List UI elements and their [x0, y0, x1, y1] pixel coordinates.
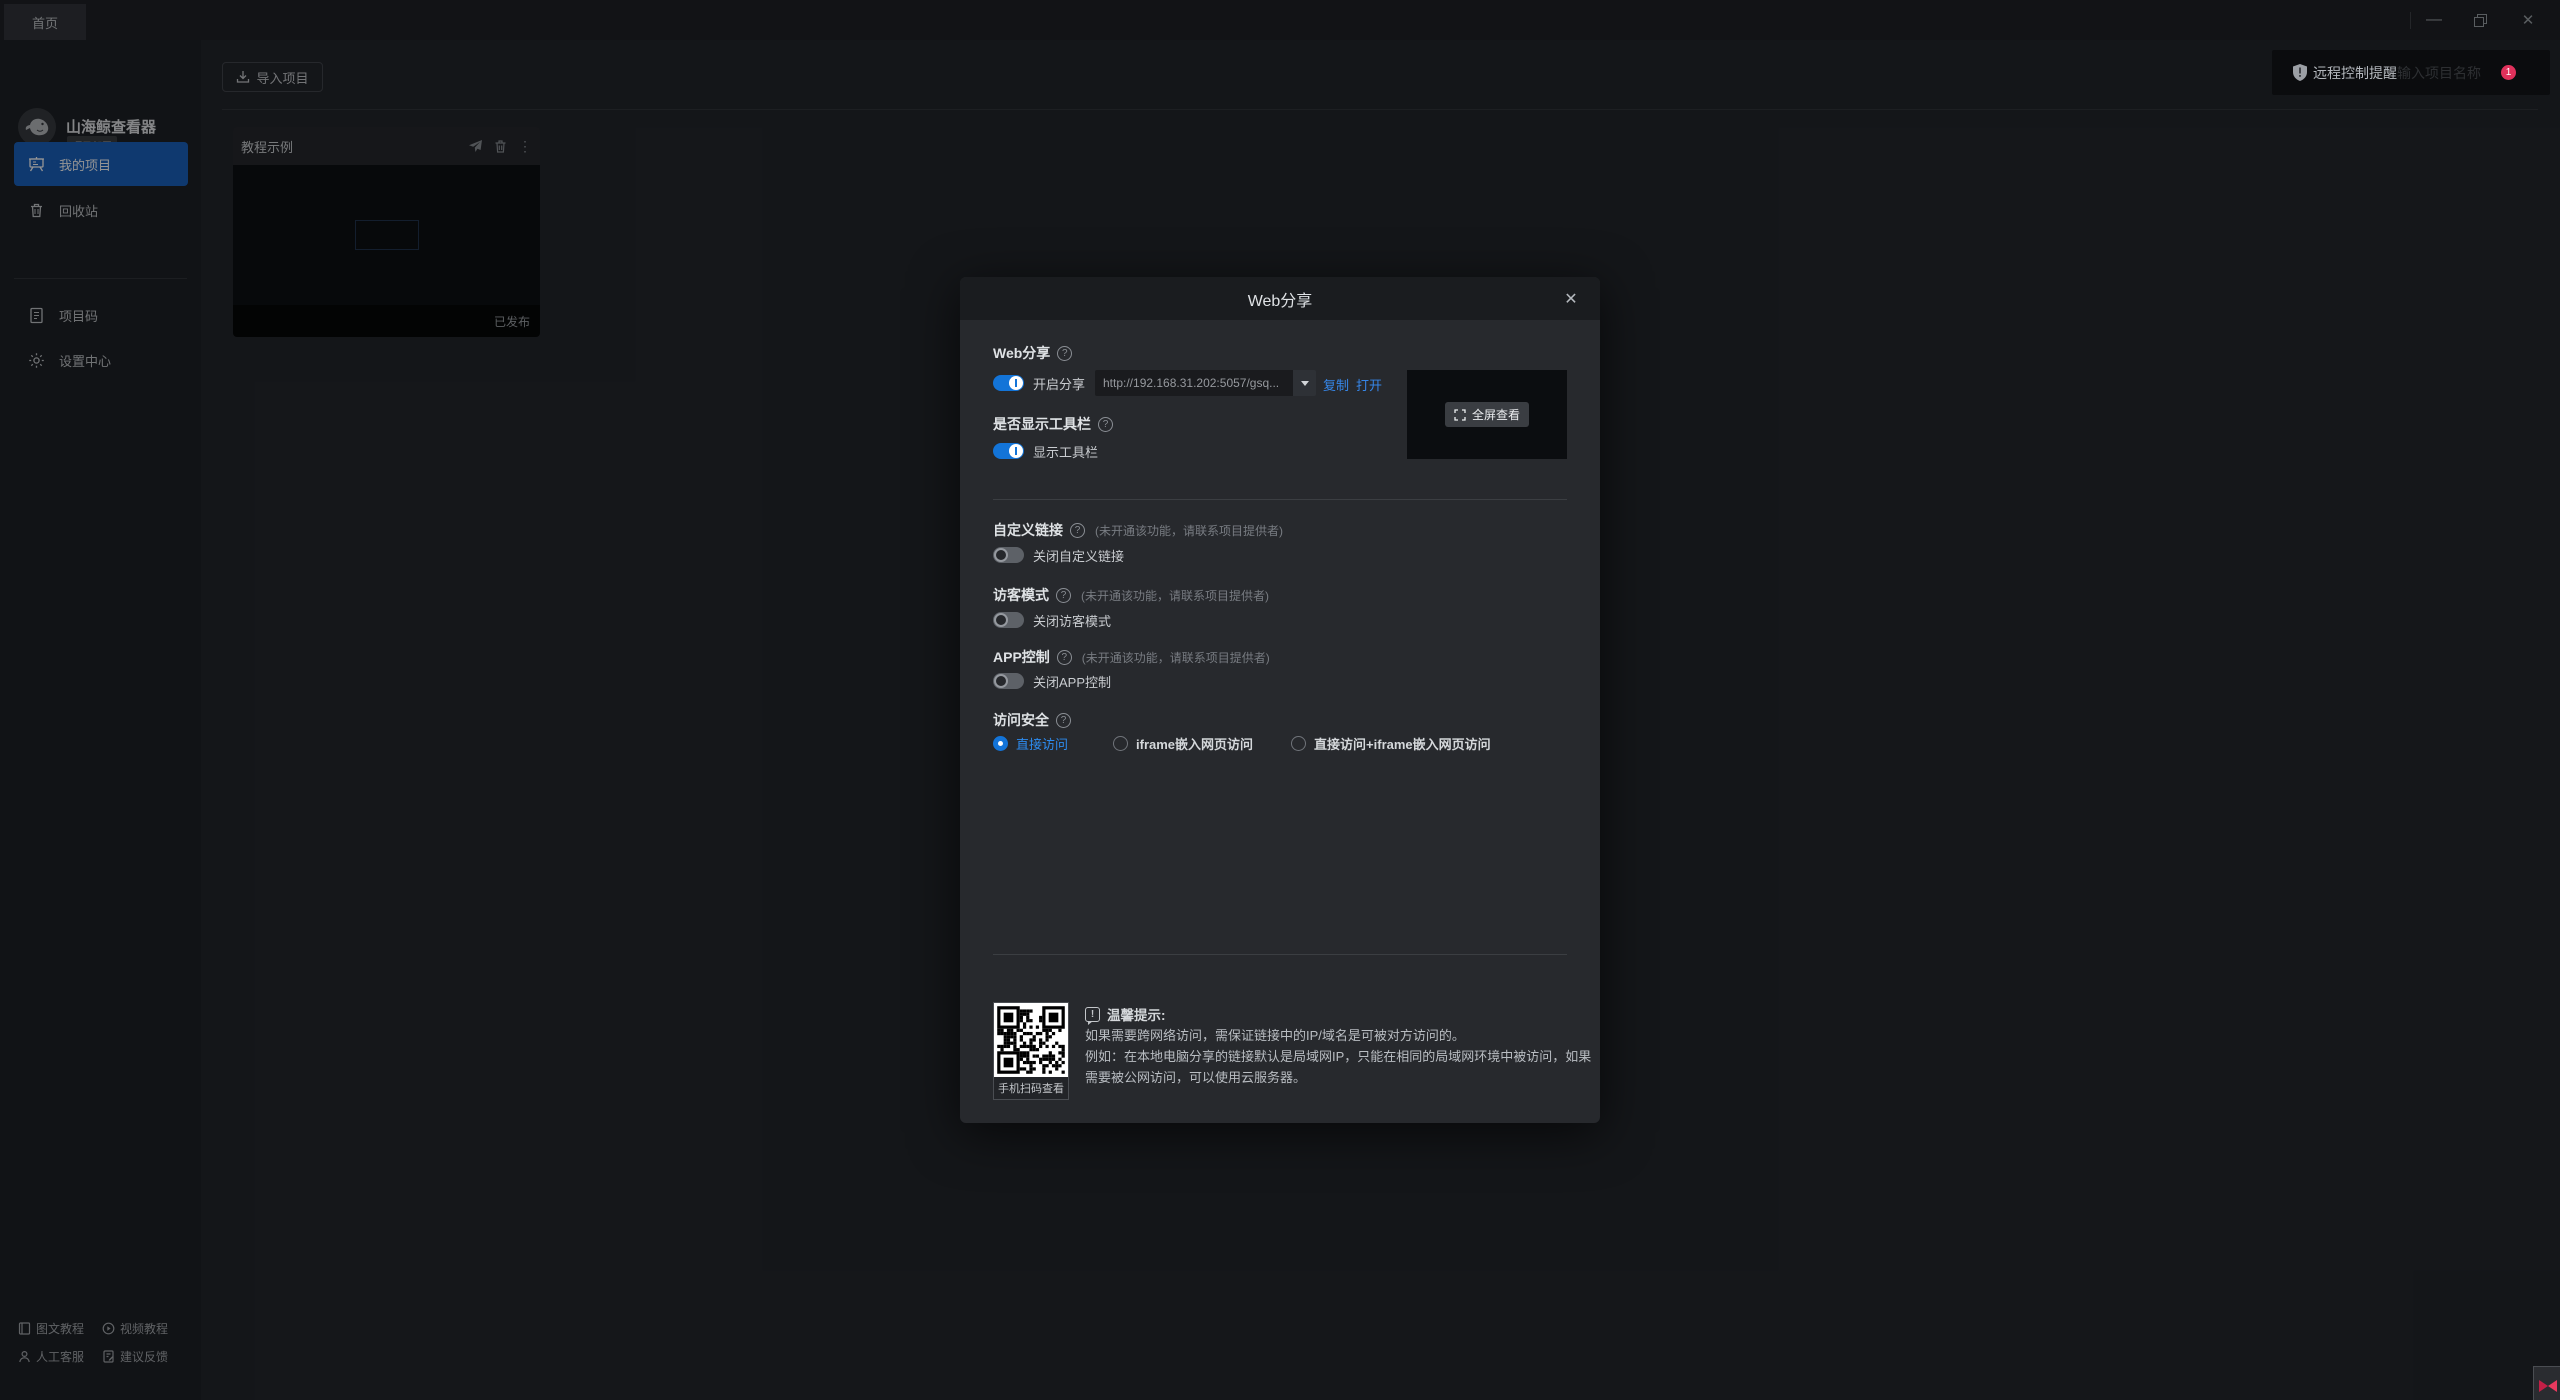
modal-divider — [993, 954, 1567, 955]
radio-direct-plus-iframe-access[interactable]: 直接访问+iframe嵌入网页访问 — [1291, 734, 1491, 753]
share-toggle[interactable] — [993, 375, 1024, 391]
tips-line: 例如：在本地电脑分享的链接默认是局域网IP，只能在相同的局域网环境中被访问，如果 — [1085, 1046, 1591, 1065]
access-security-options: 直接访问 iframe嵌入网页访问 直接访问+iframe嵌入网页访问 — [993, 734, 1491, 753]
section-label-text: APP控制 — [993, 647, 1050, 667]
fullscreen-label: 全屏查看 — [1472, 406, 1520, 423]
tips-title: ! 温馨提示: — [1085, 1004, 1166, 1024]
fullscreen-icon — [1454, 409, 1466, 421]
radio-direct-access[interactable]: 直接访问 — [993, 734, 1068, 753]
custom-link-section-label: 自定义链接 ? (未开通该功能，请联系项目提供者) — [993, 520, 1283, 540]
radio-label: iframe嵌入网页访问 — [1136, 734, 1253, 753]
help-icon[interactable]: ? — [1070, 523, 1085, 538]
guest-mode-toggle[interactable] — [993, 612, 1024, 628]
radio-iframe-access[interactable]: iframe嵌入网页访问 — [1113, 734, 1253, 753]
radio-unselected-icon — [1291, 736, 1306, 751]
guest-mode-toggle-label: 关闭访客模式 — [1033, 611, 1111, 630]
app-control-toggle-label: 关闭APP控制 — [1033, 672, 1111, 691]
feature-unavailable-note: (未开通该功能，请联系项目提供者) — [1095, 522, 1283, 539]
section-label-text: 访问安全 — [993, 710, 1049, 730]
share-toggle-label: 开启分享 — [1033, 374, 1085, 393]
qr-code-box: 手机扫码查看 — [993, 1002, 1069, 1100]
tips-line: 需要被公网访问，可以使用云服务器。 — [1085, 1067, 1306, 1086]
app-control-section-label: APP控制 ? (未开通该功能，请联系项目提供者) — [993, 647, 1270, 667]
red-bowtie-icon — [2538, 1378, 2558, 1394]
tip-bubble-icon: ! — [1085, 1007, 1100, 1022]
qr-code — [994, 1003, 1068, 1077]
radio-label: 直接访问 — [1016, 734, 1068, 753]
help-icon[interactable]: ? — [1057, 650, 1072, 665]
web-share-modal: Web分享 ✕ Web分享 ? 开启分享 http://192.168.31.2… — [960, 277, 1600, 1123]
remote-control-notification[interactable]: 远程控制提醒 输入项目名称 1 — [2272, 50, 2550, 95]
help-icon[interactable]: ? — [1057, 346, 1072, 361]
section-label-text: 是否显示工具栏 — [993, 414, 1091, 434]
help-icon[interactable]: ? — [1056, 713, 1071, 728]
web-share-section-label: Web分享 ? — [993, 343, 1072, 363]
custom-link-toggle-label: 关闭自定义链接 — [1033, 546, 1124, 565]
section-label-text: 访客模式 — [993, 585, 1049, 605]
custom-link-toggle[interactable] — [993, 547, 1024, 563]
share-preview-panel: 全屏查看 — [1407, 370, 1567, 459]
modal-title: Web分享 — [1248, 287, 1313, 311]
radio-selected-icon — [993, 736, 1008, 751]
modal-divider — [993, 499, 1567, 500]
shield-alert-icon — [2293, 64, 2307, 81]
tips-line: 如果需要跨网络访问，需保证链接中的IP/域名是可被对方访问的。 — [1085, 1025, 1465, 1044]
section-label-text: 自定义链接 — [993, 520, 1063, 540]
toolbar-section-label: 是否显示工具栏 ? — [993, 414, 1113, 434]
qr-caption: 手机扫码查看 — [994, 1077, 1068, 1099]
section-label-text: Web分享 — [993, 343, 1050, 363]
feature-unavailable-note: (未开通该功能，请联系项目提供者) — [1082, 649, 1270, 666]
guest-mode-section-label: 访客模式 ? (未开通该功能，请联系项目提供者) — [993, 585, 1269, 605]
copy-link-button[interactable]: 复制 — [1323, 375, 1349, 394]
help-icon[interactable]: ? — [1056, 588, 1071, 603]
modal-header: Web分享 ✕ — [960, 277, 1600, 320]
notification-label: 远程控制提醒 — [2313, 63, 2397, 83]
app-control-toggle[interactable] — [993, 673, 1024, 689]
open-link-button[interactable]: 打开 — [1356, 375, 1382, 394]
modal-close-icon[interactable]: ✕ — [1560, 288, 1582, 310]
url-dropdown-button[interactable] — [1293, 370, 1316, 396]
app-window: 首页 — ✕ 山海鲸查看器 项目部署 — [0, 0, 2560, 1400]
chevron-down-icon — [1301, 381, 1309, 386]
feature-unavailable-note: (未开通该功能，请联系项目提供者) — [1081, 587, 1269, 604]
toolbar-toggle-label: 显示工具栏 — [1033, 442, 1098, 461]
radio-unselected-icon — [1113, 736, 1128, 751]
corner-widget[interactable] — [2533, 1366, 2560, 1400]
fullscreen-view-button[interactable]: 全屏查看 — [1445, 402, 1529, 427]
tips-title-text: 温馨提示: — [1107, 1004, 1166, 1024]
radio-label: 直接访问+iframe嵌入网页访问 — [1314, 734, 1491, 753]
notification-count-badge: 1 — [2501, 65, 2516, 80]
help-icon[interactable]: ? — [1098, 417, 1113, 432]
access-security-section-label: 访问安全 ? — [993, 710, 1071, 730]
toolbar-toggle[interactable] — [993, 443, 1024, 459]
share-url-input[interactable]: http://192.168.31.202:5057/gsq... — [1095, 370, 1293, 396]
search-input-ghost-placeholder: 输入项目名称 — [2397, 63, 2481, 83]
